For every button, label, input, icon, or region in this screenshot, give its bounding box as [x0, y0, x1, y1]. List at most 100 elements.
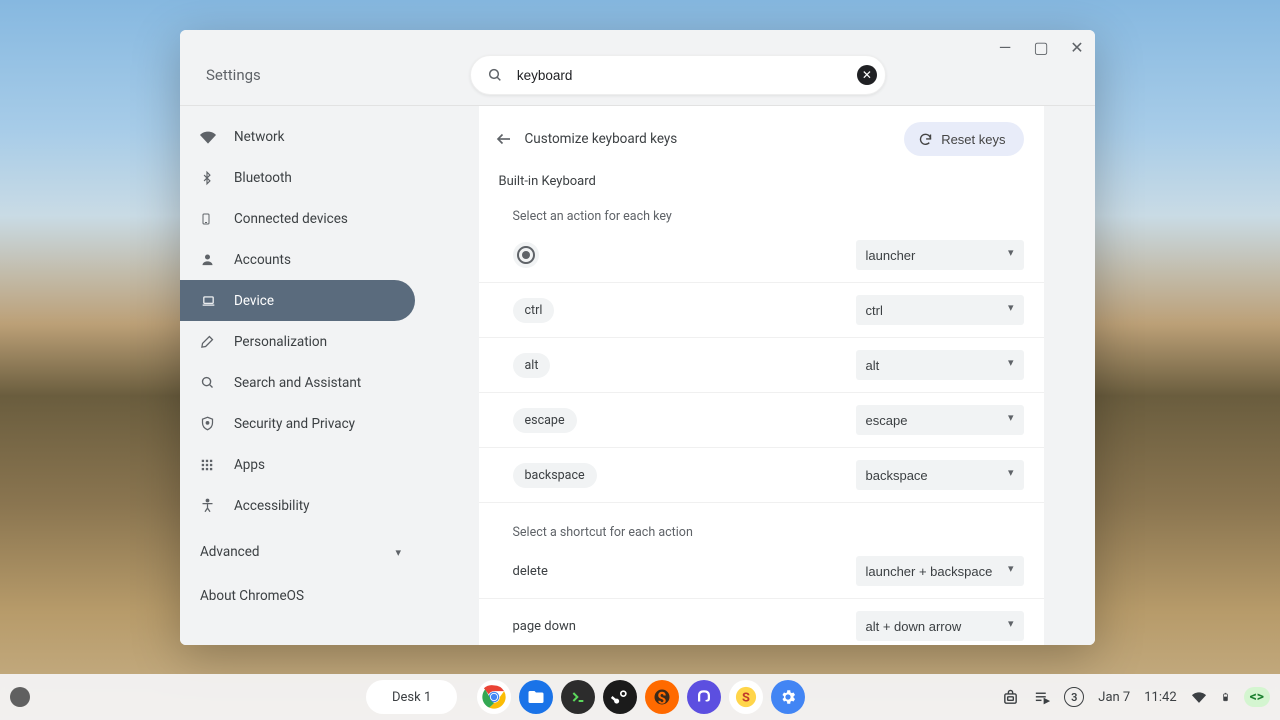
app-settings[interactable]	[771, 680, 805, 714]
refresh-icon	[918, 132, 933, 147]
window-controls: — ▢ ✕	[995, 38, 1087, 57]
app-files[interactable]	[519, 680, 553, 714]
desk-label: Desk 1	[392, 690, 431, 705]
sidebar-item-label: Bluetooth	[234, 170, 292, 186]
key-action-dropdown[interactable]: ctrl	[856, 295, 1024, 325]
sidebar: Network Bluetooth Connected devices Acco…	[180, 106, 427, 645]
app-terminal[interactable]	[561, 680, 595, 714]
key-row-alt: alt alt	[479, 338, 1044, 393]
search-icon	[487, 67, 503, 83]
hint-action: Select an action for each key	[479, 199, 1044, 228]
sidebar-item-personalization[interactable]: Personalization	[180, 321, 415, 362]
about-label: About ChromeOS	[200, 588, 304, 604]
sidebar-item-label: Network	[234, 129, 284, 145]
shortcut-row-page-down: page down alt + down arrow	[479, 599, 1044, 645]
key-action-dropdown[interactable]: alt	[856, 350, 1024, 380]
reset-keys-button[interactable]: Reset keys	[904, 122, 1023, 156]
key-action-dropdown[interactable]: escape	[856, 405, 1024, 435]
shortcut-dropdown[interactable]: launcher + backspace	[856, 556, 1024, 586]
sidebar-about-chromeos[interactable]: About ChromeOS	[180, 574, 427, 618]
maximize-button[interactable]: ▢	[1031, 38, 1051, 57]
app-icon-s[interactable]: S	[729, 680, 763, 714]
titlebar: — ▢ ✕ Settings ✕	[180, 30, 1095, 106]
brush-icon	[200, 334, 218, 349]
bluetooth-icon	[200, 170, 218, 186]
back-button[interactable]	[495, 130, 525, 148]
launcher-key-icon	[513, 242, 539, 268]
tote-icon[interactable]	[1002, 689, 1019, 706]
key-action-dropdown[interactable]: backspace	[856, 460, 1024, 490]
app-icon-orange[interactable]	[645, 680, 679, 714]
minimize-button[interactable]: —	[995, 38, 1015, 57]
reset-keys-label: Reset keys	[941, 132, 1005, 147]
content-panel: Customize keyboard keys Reset keys Built…	[479, 106, 1044, 645]
key-chip: escape	[513, 408, 577, 433]
notification-badge[interactable]: 3	[1064, 687, 1084, 707]
date: Jan 7	[1098, 690, 1130, 705]
key-row-escape: escape escape	[479, 393, 1044, 448]
settings-window: — ▢ ✕ Settings ✕ Network	[180, 30, 1095, 645]
sidebar-item-label: Security and Privacy	[234, 416, 355, 432]
time: 11:42	[1144, 690, 1176, 705]
shortcut-label: delete	[513, 564, 548, 579]
key-action-dropdown[interactable]: launcher	[856, 240, 1024, 270]
system-tray[interactable]: 3 Jan 7 11:42 <>	[1002, 687, 1270, 707]
sidebar-advanced[interactable]: Advanced ▾	[180, 530, 427, 574]
key-chip: alt	[513, 353, 551, 378]
sidebar-item-accessibility[interactable]: Accessibility	[180, 485, 415, 526]
accessibility-icon	[200, 498, 218, 513]
shelf-apps: S	[477, 680, 805, 714]
shelf: Desk 1 S 3	[0, 674, 1280, 720]
sidebar-item-label: Accounts	[234, 252, 291, 268]
clear-search-icon[interactable]: ✕	[857, 65, 877, 85]
section-builtin-keyboard: Built-in Keyboard	[479, 172, 1044, 199]
sidebar-item-apps[interactable]: Apps	[180, 444, 415, 485]
svg-text:S: S	[742, 691, 750, 706]
sidebar-item-label: Accessibility	[234, 498, 310, 514]
search-field[interactable]: ✕	[470, 55, 886, 95]
sidebar-item-label: Personalization	[234, 334, 327, 350]
key-row-backspace: backspace backspace	[479, 448, 1044, 503]
app-steam[interactable]	[603, 680, 637, 714]
desk-button[interactable]: Desk 1	[366, 680, 457, 714]
close-button[interactable]: ✕	[1067, 38, 1087, 57]
key-chip: backspace	[513, 463, 597, 488]
sidebar-item-label: Search and Assistant	[234, 375, 361, 391]
key-row-launcher: launcher	[479, 228, 1044, 283]
wifi-tray-icon[interactable]	[1191, 690, 1207, 704]
sidebar-item-label: Apps	[234, 457, 265, 473]
phone-icon	[200, 211, 218, 227]
search-icon	[200, 375, 218, 390]
apps-grid-icon	[200, 458, 218, 472]
sidebar-item-bluetooth[interactable]: Bluetooth	[180, 157, 415, 198]
sidebar-item-security-privacy[interactable]: Security and Privacy	[180, 403, 415, 444]
shield-icon	[200, 416, 218, 431]
sidebar-item-search-assistant[interactable]: Search and Assistant	[180, 362, 415, 403]
advanced-label: Advanced	[200, 544, 260, 560]
hint-shortcut: Select a shortcut for each action	[479, 503, 1044, 544]
shortcut-label: page down	[513, 619, 576, 634]
sidebar-item-accounts[interactable]: Accounts	[180, 239, 415, 280]
app-chrome[interactable]	[477, 680, 511, 714]
app-title: Settings	[192, 66, 273, 84]
battery-tray-icon[interactable]	[1221, 689, 1230, 705]
person-icon	[200, 252, 218, 267]
shortcut-dropdown[interactable]: alt + down arrow	[856, 611, 1024, 641]
sidebar-item-connected-devices[interactable]: Connected devices	[180, 198, 415, 239]
shortcut-row-delete: delete launcher + backspace	[479, 544, 1044, 599]
sidebar-item-device[interactable]: Device	[180, 280, 415, 321]
app-mastodon[interactable]	[687, 680, 721, 714]
laptop-icon	[200, 294, 218, 308]
page-title: Customize keyboard keys	[525, 131, 905, 147]
key-row-ctrl: ctrl ctrl	[479, 283, 1044, 338]
search-input[interactable]	[515, 67, 857, 84]
playlist-icon[interactable]	[1033, 689, 1050, 706]
wifi-icon	[200, 129, 218, 145]
launcher-button[interactable]	[10, 687, 30, 707]
sidebar-item-label: Device	[234, 293, 274, 309]
dev-mode-pill[interactable]: <>	[1244, 687, 1270, 707]
sidebar-item-network[interactable]: Network	[180, 116, 415, 157]
key-chip: ctrl	[513, 298, 555, 323]
sidebar-item-label: Connected devices	[234, 211, 348, 227]
chevron-down-icon: ▾	[395, 546, 401, 559]
